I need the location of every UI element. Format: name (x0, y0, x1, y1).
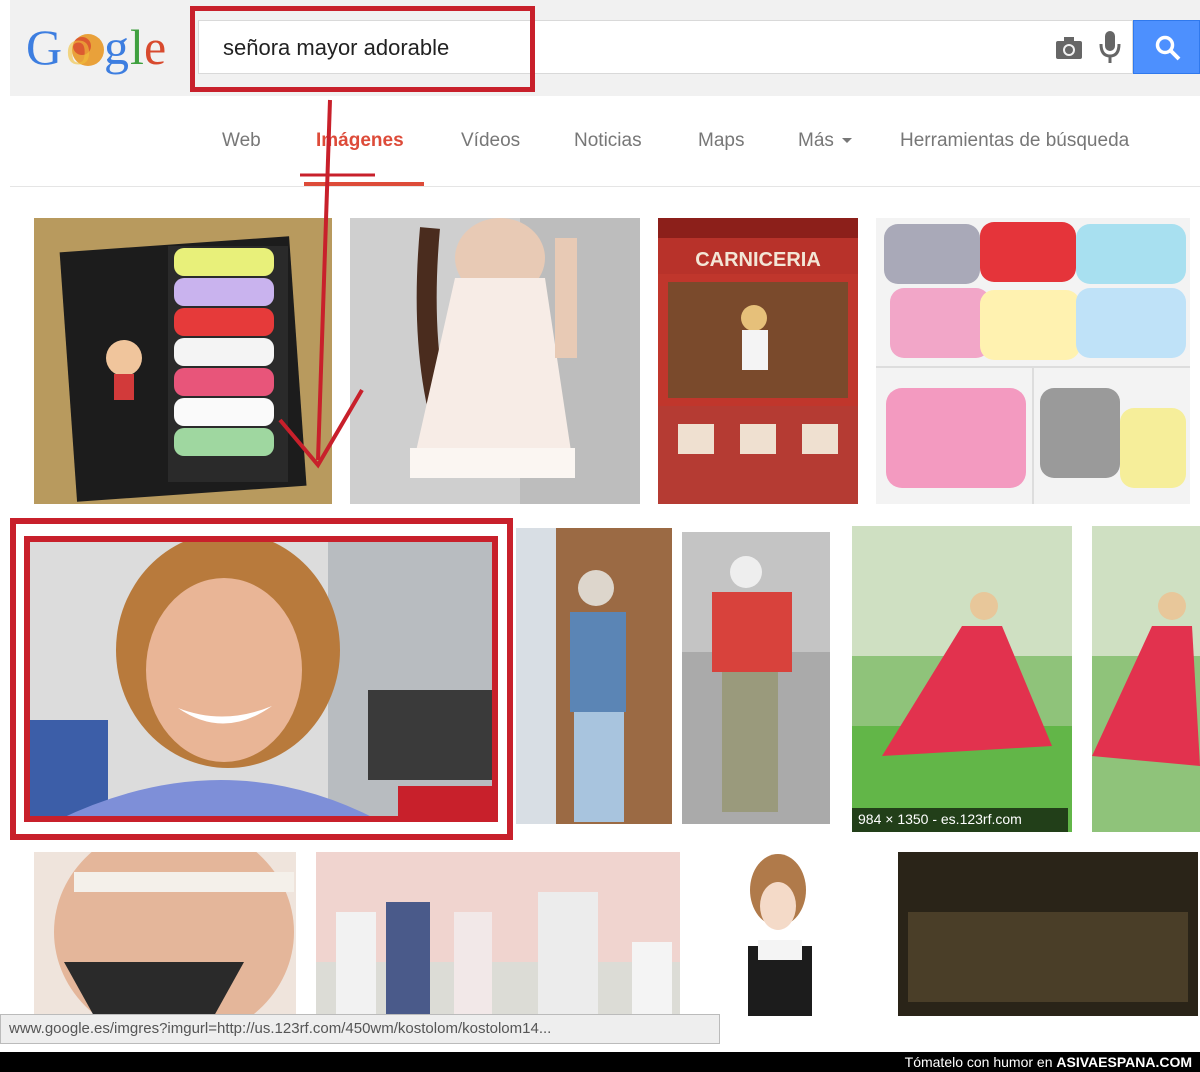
result-image-dark-crowd[interactable] (898, 852, 1198, 1016)
tab-search-tools[interactable]: Herramientas de búsqueda (900, 130, 1129, 152)
tabs-divider (10, 186, 1200, 187)
result-image-red-dress-2[interactable] (1092, 526, 1200, 832)
tab-more-label: Más (798, 130, 834, 151)
footer-bar: Tómatelo con humor en ASIVAESPANA.COM (0, 1052, 1200, 1072)
status-bar-url: www.google.es/imgres?imgurl=http://us.12… (0, 1014, 720, 1044)
search-tabs: Web Imágenes Vídeos Noticias Maps Más He… (0, 100, 1200, 186)
camera-icon[interactable] (1055, 36, 1083, 60)
tab-maps[interactable]: Maps (698, 130, 744, 152)
svg-text:l: l (130, 19, 144, 75)
svg-text:e: e (144, 19, 166, 75)
image-size-label: 984 × 1350 - es.123rf.com (852, 808, 1068, 832)
watermark: Tómatelo con humor en ASIVAESPANA.COM (905, 1054, 1192, 1070)
result-image-underwear-collage[interactable] (876, 218, 1190, 504)
tab-news[interactable]: Noticias (574, 130, 642, 152)
google-logo[interactable]: G o g l e (26, 18, 176, 78)
svg-text:G: G (26, 19, 62, 75)
search-button[interactable] (1133, 20, 1200, 74)
watermark-prefix: Tómatelo con humor en (904, 1054, 1053, 1070)
result-image-woman-red-shirt[interactable] (682, 532, 830, 824)
tab-web[interactable]: Web (222, 130, 261, 152)
svg-text:o: o (66, 19, 91, 75)
highlight-box-search (190, 6, 535, 92)
result-image-carniceria[interactable]: CARNICERIA (658, 218, 858, 504)
result-image-red-dress[interactable] (852, 526, 1072, 832)
result-image-illustration[interactable] (698, 850, 878, 1016)
svg-text:g: g (104, 19, 129, 75)
chevron-down-icon (841, 138, 852, 144)
tab-more[interactable]: Más (798, 130, 852, 152)
tab-videos[interactable]: Vídeos (461, 130, 520, 152)
result-image-woman-denim[interactable] (516, 528, 672, 824)
watermark-site: ASIVAESPANA.COM (1056, 1054, 1192, 1070)
highlight-box-result-inner (24, 536, 498, 822)
result-image-group-photo[interactable] (316, 852, 680, 1016)
microphone-icon[interactable] (1099, 30, 1121, 64)
search-icon (1155, 35, 1181, 61)
result-image-lingerie[interactable] (350, 218, 640, 504)
result-image-lingerie-2[interactable] (34, 852, 296, 1016)
carniceria-sign: CARNICERIA (695, 249, 821, 271)
hand-drawn-arrow (270, 90, 380, 480)
